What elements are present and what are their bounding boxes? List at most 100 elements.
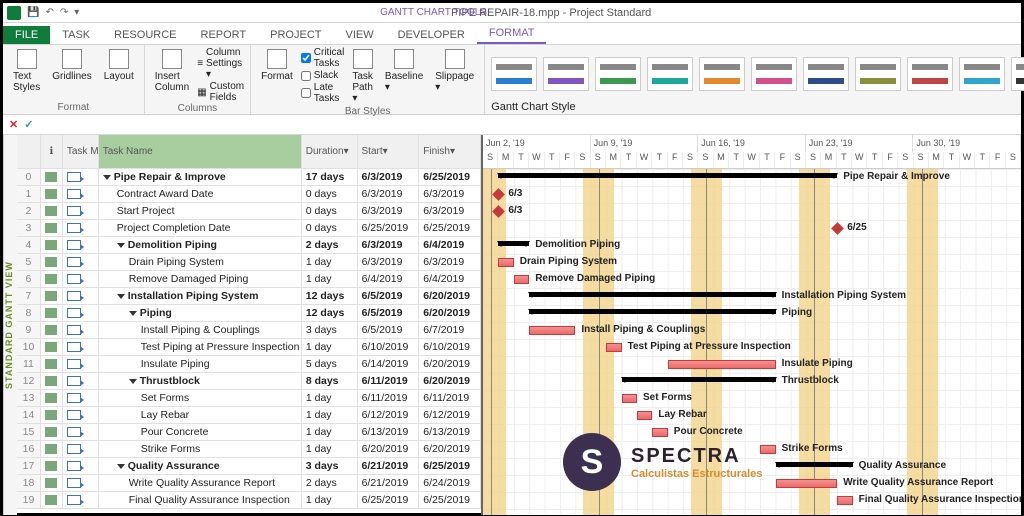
task-mode-icon[interactable] [63, 492, 99, 508]
note-icon[interactable] [41, 492, 63, 508]
task-row[interactable]: 11Insulate Piping5 days6/14/20196/20/201… [17, 356, 481, 373]
task-mode-icon[interactable] [63, 373, 99, 389]
task-mode-icon[interactable] [63, 441, 99, 457]
start-column-header[interactable]: Start ▾ [358, 135, 420, 168]
note-icon[interactable] [41, 441, 63, 457]
save-icon[interactable]: 💾 [27, 7, 39, 18]
task-mode-icon[interactable] [63, 271, 99, 287]
task-name-cell[interactable]: Strike Forms [99, 441, 302, 457]
task-row[interactable]: 19Final Quality Assurance Inspection1 da… [17, 492, 481, 509]
task-row[interactable]: 7Installation Piping System12 days6/5/20… [17, 288, 481, 305]
summary-bar[interactable] [622, 377, 776, 382]
task-row[interactable]: 5Drain Piping System1 day6/3/20196/3/201… [17, 254, 481, 271]
style-swatch[interactable] [959, 57, 1005, 91]
task-row[interactable]: 12Thrustblock8 days6/11/20196/20/2019 [17, 373, 481, 390]
task-name-cell[interactable]: Drain Piping System [99, 254, 302, 270]
task-bar[interactable] [776, 479, 838, 488]
task-name-cell[interactable]: Piping [99, 305, 302, 321]
gantt-style-gallery[interactable] [491, 47, 1024, 101]
note-icon[interactable] [41, 424, 63, 440]
summary-bar[interactable] [529, 292, 775, 297]
duration-column-header[interactable]: Duration ▾ [302, 135, 358, 168]
task-mode-icon[interactable] [63, 322, 99, 338]
format-bars-button[interactable]: Format [257, 47, 297, 84]
style-swatch[interactable] [1011, 57, 1024, 91]
task-row[interactable]: 14Lay Rebar1 day6/12/20196/12/2019 [17, 407, 481, 424]
slack-checkbox[interactable]: Slack [301, 70, 345, 81]
confirm-icon[interactable]: ✓ [24, 118, 33, 131]
task-name-cell[interactable]: Pipe Repair & Improve [99, 169, 302, 185]
task-mode-icon[interactable] [63, 169, 99, 185]
text-styles-button[interactable]: Text Styles [9, 47, 44, 95]
task-mode-icon[interactable] [63, 475, 99, 491]
task-name-cell[interactable]: Remove Damaged Piping [99, 271, 302, 287]
tab-report[interactable]: REPORT [189, 26, 259, 44]
task-bar[interactable] [637, 411, 652, 420]
task-bar[interactable] [606, 343, 621, 352]
task-name-cell[interactable]: Quality Assurance [99, 458, 302, 474]
task-name-cell[interactable]: Test Piping at Pressure Inspection [99, 339, 302, 355]
style-swatch[interactable] [907, 57, 953, 91]
note-icon[interactable] [41, 305, 63, 321]
task-name-cell[interactable]: Lay Rebar [99, 407, 302, 423]
task-bar[interactable] [498, 258, 513, 267]
task-name-cell[interactable]: Write Quality Assurance Report [99, 475, 302, 491]
task-row[interactable]: 13Set Forms1 day6/11/20196/11/2019 [17, 390, 481, 407]
gridlines-button[interactable]: Gridlines [48, 47, 95, 84]
note-icon[interactable] [41, 458, 63, 474]
task-mode-icon[interactable] [63, 407, 99, 423]
task-bar[interactable] [529, 326, 575, 335]
task-row[interactable]: 17Quality Assurance3 days6/21/20196/25/2… [17, 458, 481, 475]
layout-button[interactable]: Layout [100, 47, 138, 84]
task-row[interactable]: 0Pipe Repair & Improve17 days6/3/20196/2… [17, 169, 481, 186]
task-mode-icon[interactable] [63, 424, 99, 440]
task-mode-icon[interactable] [63, 237, 99, 253]
tab-developer[interactable]: DEVELOPER [386, 26, 477, 44]
note-icon[interactable] [41, 271, 63, 287]
info-column-header[interactable]: ℹ [41, 135, 63, 168]
task-mode-icon[interactable] [63, 220, 99, 236]
tab-file[interactable]: FILE [3, 26, 50, 44]
finish-column-header[interactable]: Finish ▾ [419, 135, 481, 168]
note-icon[interactable] [41, 356, 63, 372]
task-row[interactable]: 2Start Project0 days6/3/20196/3/2019 [17, 203, 481, 220]
task-mode-icon[interactable] [63, 203, 99, 219]
column-settings-button[interactable]: ≡Column Settings ▾ [197, 47, 244, 80]
task-mode-icon[interactable] [63, 305, 99, 321]
tab-view[interactable]: VIEW [333, 26, 385, 44]
style-swatch[interactable] [699, 57, 745, 91]
task-mode-icon[interactable] [63, 186, 99, 202]
note-icon[interactable] [41, 254, 63, 270]
tab-resource[interactable]: RESOURCE [102, 26, 188, 44]
task-name-cell[interactable]: Set Forms [99, 390, 302, 406]
task-row[interactable]: 10Test Piping at Pressure Inspection1 da… [17, 339, 481, 356]
note-icon[interactable] [41, 339, 63, 355]
task-bar[interactable] [760, 445, 775, 454]
task-path-button[interactable]: Task Path ▾ [348, 47, 377, 106]
task-row[interactable]: 16Strike Forms1 day6/20/20196/20/2019 [17, 441, 481, 458]
task-mode-icon[interactable] [63, 339, 99, 355]
style-swatch[interactable] [647, 57, 693, 91]
mode-column-header[interactable]: Task Mode ▾ [63, 135, 99, 168]
summary-bar[interactable] [498, 241, 529, 246]
custom-fields-button[interactable]: ▦Custom Fields [197, 81, 244, 103]
summary-bar[interactable] [776, 462, 853, 467]
note-icon[interactable] [41, 407, 63, 423]
qat-dropdown-icon[interactable]: ▾ [74, 7, 79, 18]
task-mode-icon[interactable] [63, 356, 99, 372]
task-name-cell[interactable]: Installation Piping System [99, 288, 302, 304]
task-row[interactable]: 15Pour Concrete1 day6/13/20196/13/2019 [17, 424, 481, 441]
task-name-cell[interactable]: Pour Concrete [99, 424, 302, 440]
summary-bar[interactable] [529, 309, 775, 314]
task-mode-icon[interactable] [63, 390, 99, 406]
cancel-icon[interactable]: ✕ [9, 118, 18, 131]
task-mode-icon[interactable] [63, 458, 99, 474]
task-row[interactable]: 3Project Completion Date0 days6/25/20196… [17, 220, 481, 237]
critical-tasks-checkbox[interactable]: Critical Tasks [301, 47, 345, 69]
style-swatch[interactable] [751, 57, 797, 91]
style-swatch[interactable] [543, 57, 589, 91]
tab-task[interactable]: TASK [50, 26, 102, 44]
insert-column-button[interactable]: Insert Column [151, 47, 193, 95]
task-row[interactable]: 8Piping12 days6/5/20196/20/2019 [17, 305, 481, 322]
baseline-button[interactable]: Baseline ▾ [381, 47, 427, 95]
